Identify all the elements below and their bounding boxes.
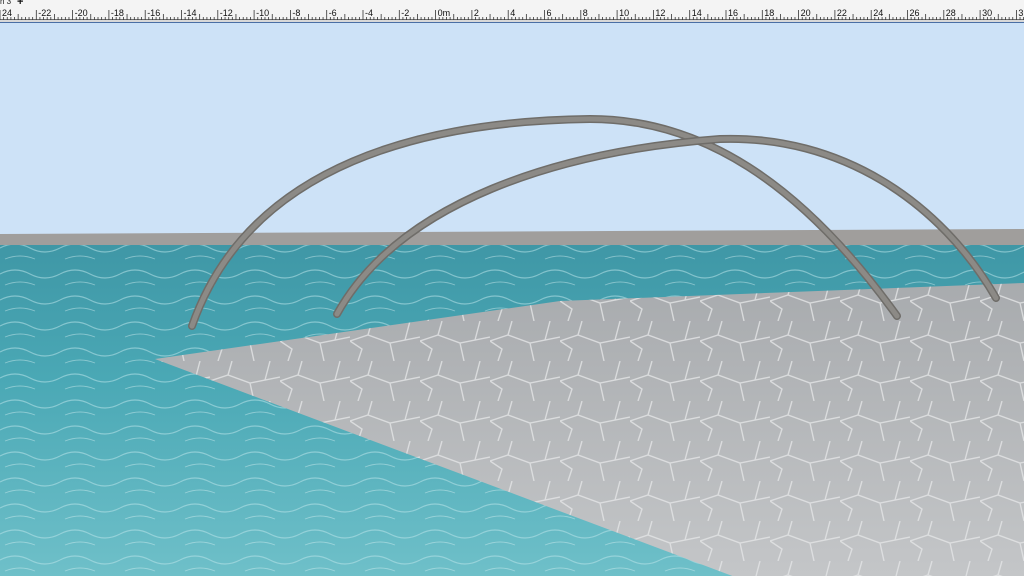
ruler-label: -6: [329, 8, 337, 18]
ruler-label: 30: [982, 8, 992, 18]
ruler-label: -16: [147, 8, 160, 18]
ruler-label: 3: [1018, 8, 1023, 18]
ruler-label: 4: [510, 8, 515, 18]
ruler-label: -10: [256, 8, 269, 18]
ruler-label: 6: [547, 8, 552, 18]
ruler-label: -2: [401, 8, 409, 18]
ruler-label: 12: [655, 8, 665, 18]
ruler-scale: 24 -22 -20 -18 -16 -14 -12 -10 -8 -6 -4 -2 0m 2 4 6 8 10 1…: [0, 8, 1024, 20]
ruler-label: 18: [764, 8, 774, 18]
ruler-label: 24: [2, 8, 12, 18]
ruler-label: 20: [801, 8, 811, 18]
ruler-label: -4: [365, 8, 373, 18]
ruler-label: -8: [292, 8, 300, 18]
ruler-label: -22: [38, 8, 51, 18]
ruler-label: 28: [946, 8, 956, 18]
scene-render: [0, 23, 1024, 576]
ruler-label: 16: [728, 8, 738, 18]
ruler-label: 2: [474, 8, 479, 18]
ruler-label: 10: [619, 8, 629, 18]
ruler-label: -18: [111, 8, 124, 18]
ruler-label: 0m: [438, 8, 451, 18]
plus-icon[interactable]: +: [17, 0, 23, 8]
ruler-label: 22: [837, 8, 847, 18]
sky: [0, 23, 1024, 235]
ruler-label: 24: [873, 8, 883, 18]
ruler-label: -14: [184, 8, 197, 18]
window-title: n 3: [0, 0, 12, 6]
ruler-label: -12: [220, 8, 233, 18]
3d-viewport[interactable]: [0, 22, 1024, 576]
ruler-label: -20: [75, 8, 88, 18]
ruler-label: 14: [692, 8, 702, 18]
ruler-label: 8: [583, 8, 588, 18]
top-ruler[interactable]: 24 -22 -20 -18 -16 -14 -12 -10 -8 -6 -4 -2 0m 2 4 6 8 10 1…: [0, 0, 1024, 20]
ruler-label: 26: [910, 8, 920, 18]
